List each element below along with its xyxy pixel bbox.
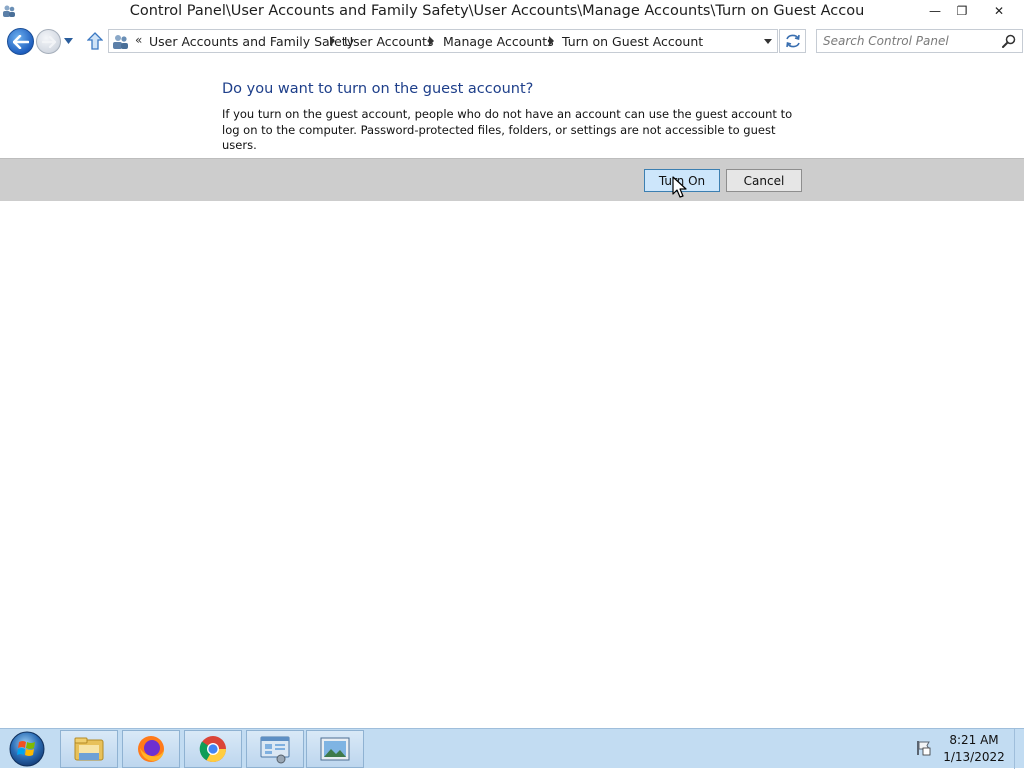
search-icon[interactable] bbox=[1001, 33, 1017, 49]
address-overflow-chevron[interactable]: « bbox=[135, 33, 142, 47]
forward-arrow-icon bbox=[41, 35, 56, 48]
page-description: If you turn on the guest account, people… bbox=[222, 107, 793, 152]
control-panel-window-icon bbox=[260, 736, 290, 764]
clock-time[interactable]: 8:21 AM bbox=[946, 733, 1002, 747]
refresh-button[interactable] bbox=[779, 29, 806, 53]
action-bar: Turn On Cancel bbox=[0, 158, 1024, 201]
breadcrumb-manage-accounts[interactable]: Manage Accounts bbox=[443, 34, 554, 49]
taskbar-image-viewer[interactable] bbox=[306, 730, 364, 768]
back-arrow-icon bbox=[12, 34, 29, 49]
search-box[interactable] bbox=[816, 29, 1023, 53]
navigation-bar: « User Accounts and Family Safety User A… bbox=[0, 24, 1024, 58]
cancel-button[interactable]: Cancel bbox=[726, 169, 802, 192]
folder-icon bbox=[74, 737, 104, 761]
breadcrumb-user-accounts-family-safety[interactable]: User Accounts and Family Safety bbox=[149, 34, 354, 49]
taskbar-file-explorer[interactable] bbox=[60, 730, 118, 768]
forward-button[interactable] bbox=[36, 29, 61, 54]
minimize-button[interactable]: — bbox=[922, 0, 948, 22]
taskbar-control-panel[interactable] bbox=[246, 730, 304, 768]
recent-pages-button[interactable] bbox=[62, 36, 74, 46]
start-button[interactable] bbox=[4, 730, 50, 768]
maximize-button[interactable]: ❐ bbox=[949, 0, 975, 22]
clock-date[interactable]: 1/13/2022 bbox=[942, 750, 1006, 764]
taskbar-firefox[interactable] bbox=[122, 730, 180, 768]
chrome-icon bbox=[199, 736, 227, 763]
chevron-down-icon bbox=[63, 38, 73, 44]
control-panel-icon bbox=[113, 35, 128, 49]
title-bar: Control Panel\User Accounts and Family S… bbox=[0, 0, 1024, 24]
system-tray: 8:21 AM 1/13/2022 bbox=[908, 729, 1024, 769]
breadcrumb-turn-on-guest-account[interactable]: Turn on Guest Account bbox=[562, 34, 703, 49]
taskbar: 8:21 AM 1/13/2022 bbox=[0, 728, 1024, 769]
search-input[interactable] bbox=[823, 32, 993, 50]
firefox-icon bbox=[138, 736, 164, 762]
close-button[interactable]: ✕ bbox=[976, 0, 1022, 22]
taskbar-chrome[interactable] bbox=[184, 730, 242, 768]
address-dropdown-icon[interactable] bbox=[764, 39, 772, 44]
show-desktop-button[interactable] bbox=[1014, 729, 1024, 769]
close-icon: ✕ bbox=[993, 4, 1005, 18]
breadcrumb-separator-icon[interactable] bbox=[549, 36, 554, 46]
page-heading: Do you want to turn on the guest account… bbox=[222, 81, 534, 97]
breadcrumb-user-accounts[interactable]: User Accounts bbox=[344, 34, 433, 49]
breadcrumb-separator-icon[interactable] bbox=[330, 36, 335, 46]
picture-icon bbox=[320, 737, 350, 761]
up-arrow-icon bbox=[87, 32, 103, 50]
restore-icon: ❐ bbox=[956, 4, 968, 18]
breadcrumb-separator-icon[interactable] bbox=[429, 36, 434, 46]
action-center-flag-icon[interactable] bbox=[914, 739, 932, 757]
minimize-icon: — bbox=[929, 4, 941, 18]
back-button[interactable] bbox=[7, 28, 34, 55]
mouse-cursor-icon bbox=[672, 176, 687, 198]
address-bar[interactable]: « User Accounts and Family Safety User A… bbox=[108, 29, 778, 53]
refresh-icon bbox=[785, 34, 800, 48]
window-title: Control Panel\User Accounts and Family S… bbox=[129, 3, 865, 19]
up-level-button[interactable] bbox=[85, 31, 105, 51]
windows-start-icon bbox=[9, 731, 45, 767]
